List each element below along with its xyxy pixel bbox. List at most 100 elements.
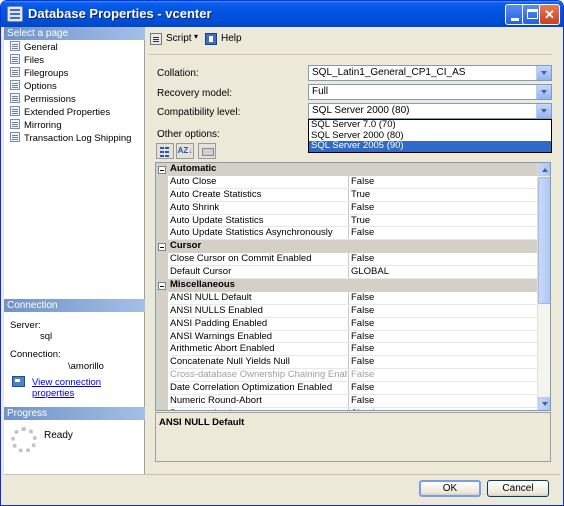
property-value[interactable]: False <box>348 356 538 370</box>
property-value[interactable]: False <box>348 201 538 215</box>
grid-row-margin <box>156 317 168 331</box>
collapse-icon[interactable] <box>158 282 166 291</box>
property-value[interactable]: False <box>348 227 538 241</box>
grid-row-margin <box>156 201 168 215</box>
page-item-files[interactable]: Files <box>4 54 145 67</box>
collapse-icon[interactable] <box>158 166 166 174</box>
categorized-sort-button[interactable] <box>156 143 174 159</box>
grid-row-margin <box>156 356 168 370</box>
grid-property-row[interactable]: Auto Shrink False <box>156 201 538 215</box>
grid-category-row[interactable]: Miscellaneous <box>156 279 538 292</box>
chevron-down-icon[interactable] <box>536 66 551 80</box>
compatibility-option[interactable]: SQL Server 7.0 (70) <box>309 119 551 131</box>
scroll-up-icon[interactable] <box>538 163 550 176</box>
toolbar-divider <box>148 54 552 55</box>
property-value[interactable]: False <box>348 369 538 383</box>
property-name: Auto Update Statistics Asynchronously <box>170 227 347 241</box>
property-grid[interactable]: Automatic Auto Close False Auto Create Stat… <box>155 162 551 411</box>
grid-property-row[interactable]: Close Cursor on Commit Enabled False <box>156 253 538 267</box>
grid-property-row[interactable]: Date Correlation Optimization Enabled Fal… <box>156 382 538 396</box>
title-bar[interactable]: Database Properties - vcenter ✕ <box>1 1 563 27</box>
property-name: Concatenate Null Yields Null <box>170 356 347 370</box>
close-icon: ✕ <box>544 7 555 22</box>
connection-value: \amorillo <box>68 361 104 372</box>
grid-property-row[interactable]: Arithmetic Abort Enabled False <box>156 343 538 357</box>
property-name: ANSI Warnings Enabled <box>170 331 347 344</box>
property-value[interactable]: False <box>348 304 538 318</box>
page-item-transaction-log-shipping[interactable]: Transaction Log Shipping <box>4 132 145 145</box>
maximize-icon <box>527 9 538 19</box>
page-item-options[interactable]: Options <box>4 80 145 93</box>
property-value[interactable]: True <box>348 214 538 228</box>
alphabetical-sort-button[interactable]: AZ↓ <box>176 143 194 159</box>
property-value[interactable]: False <box>348 291 538 305</box>
footer-divider <box>4 474 560 475</box>
grid-property-row[interactable]: ANSI NULLS Enabled False <box>156 304 538 318</box>
recovery-model-select[interactable]: Full <box>308 84 552 100</box>
property-value[interactable]: False <box>348 317 538 331</box>
property-name: Date Correlation Optimization Enabled <box>170 382 347 396</box>
page-icon <box>10 54 20 64</box>
page-item-general[interactable]: General <box>4 41 145 54</box>
script-button[interactable]: Script ▾ <box>150 31 202 47</box>
property-name: ANSI NULL Default <box>170 292 347 305</box>
grid-row-margin <box>156 291 168 305</box>
scroll-down-icon[interactable] <box>538 397 550 410</box>
server-label: Server: <box>10 320 41 331</box>
property-grid-scrollbar[interactable] <box>537 163 550 410</box>
chevron-down-icon[interactable] <box>536 85 551 99</box>
property-value[interactable]: Simple <box>348 407 538 410</box>
page-icon <box>10 119 20 129</box>
progress-status: Ready <box>44 430 73 441</box>
property-value[interactable]: False <box>348 330 538 344</box>
grid-property-row[interactable]: Concatenate Null Yields Null False <box>156 356 538 370</box>
property-value[interactable]: False <box>348 382 538 396</box>
collapse-icon[interactable] <box>158 243 166 252</box>
page-icon <box>10 41 20 51</box>
grid-property-row[interactable]: Cross-database Ownership Chaining Enable… <box>156 369 538 383</box>
grid-property-row[interactable]: Auto Close False <box>156 175 538 189</box>
collation-select[interactable]: SQL_Latin1_General_CP1_CI_AS <box>308 65 552 81</box>
grid-property-row[interactable]: Default Cursor GLOBAL <box>156 266 538 280</box>
grid-property-row[interactable]: ANSI NULL Default False <box>156 291 538 305</box>
scroll-thumb[interactable] <box>538 177 550 304</box>
page-item-permissions[interactable]: Permissions <box>4 93 145 106</box>
view-connection-properties-link[interactable]: View connection properties <box>32 377 144 399</box>
property-value[interactable]: True <box>348 188 538 202</box>
chevron-down-icon[interactable] <box>536 104 551 118</box>
grid-property-row[interactable]: Auto Update Statistics Asynchronously Fal… <box>156 227 538 241</box>
grid-category-row[interactable]: Cursor <box>156 240 538 254</box>
compatibility-level-value: SQL Server 2000 (80) <box>312 105 410 116</box>
property-value[interactable]: False <box>348 343 538 357</box>
property-value[interactable]: False <box>348 253 538 267</box>
grid-property-row[interactable]: ParameterizationSimple <box>156 407 538 410</box>
grid-category-row[interactable]: Automatic <box>156 163 538 176</box>
property-value[interactable]: GLOBAL <box>348 266 538 280</box>
grid-category-name: Miscellaneous <box>170 279 235 291</box>
page-item-label: Files <box>24 55 45 66</box>
grid-property-row[interactable]: Auto Create Statistics True <box>156 188 538 202</box>
grid-property-row[interactable]: ANSI Padding Enabled False <box>156 317 538 331</box>
property-name: Close Cursor on Commit Enabled <box>170 253 347 267</box>
script-label: Script <box>166 33 192 44</box>
grid-property-row[interactable]: ANSI Warnings Enabled False <box>156 330 538 344</box>
page-item-extended-properties[interactable]: Extended Properties <box>4 106 145 119</box>
help-button[interactable]: Help <box>205 31 245 47</box>
cancel-button[interactable]: Cancel <box>487 480 549 497</box>
close-button[interactable]: ✕ <box>539 4 560 25</box>
page-item-label: General <box>24 42 58 53</box>
page-item-label: Permissions <box>24 94 76 105</box>
property-value[interactable]: False <box>348 395 538 408</box>
connection-header: Connection <box>4 299 145 312</box>
compatibility-option[interactable]: SQL Server 2005 (90) <box>309 140 551 152</box>
grid-property-row[interactable]: Auto Update Statistics True <box>156 214 538 228</box>
property-pages-button[interactable] <box>198 143 216 159</box>
page-item-mirroring[interactable]: Mirroring <box>4 119 145 132</box>
page-icon <box>10 67 20 77</box>
grid-property-row[interactable]: Numeric Round-Abort False <box>156 395 538 408</box>
page-item-filegroups[interactable]: Filegroups <box>4 67 145 80</box>
compatibility-level-select[interactable]: SQL Server 2000 (80) <box>308 103 552 119</box>
property-value[interactable]: False <box>348 175 538 189</box>
grid-row-margin <box>156 188 168 202</box>
ok-button[interactable]: OK <box>419 480 481 497</box>
